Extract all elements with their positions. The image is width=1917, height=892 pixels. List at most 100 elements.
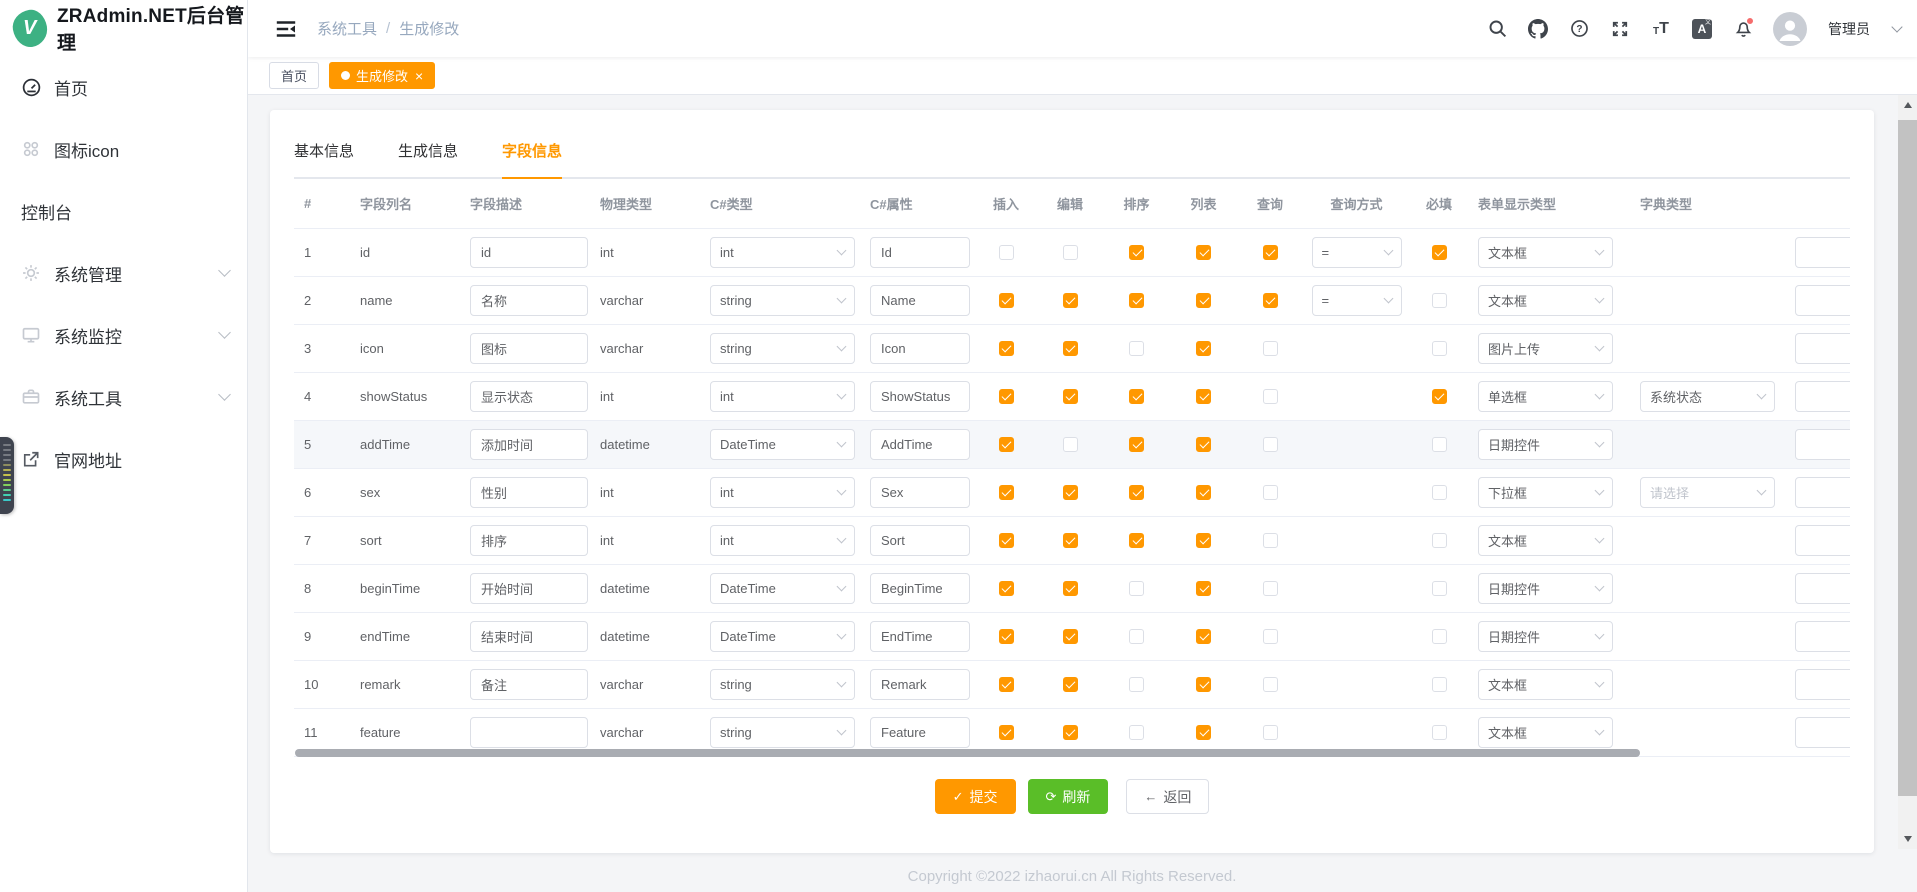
list-checkbox-checked[interactable]: [1196, 245, 1211, 260]
csharp-property-input[interactable]: AddTime: [870, 429, 970, 460]
list-checkbox-checked[interactable]: [1196, 581, 1211, 596]
query-mode-select[interactable]: =: [1312, 285, 1402, 316]
required-checkbox-unchecked[interactable]: [1432, 485, 1447, 500]
query-checkbox-unchecked[interactable]: [1263, 677, 1278, 692]
insert-checkbox-checked[interactable]: [999, 389, 1014, 404]
edit-checkbox-checked[interactable]: [1063, 629, 1078, 644]
breadcrumb-item[interactable]: 生成修改: [399, 18, 459, 39]
extra-input[interactable]: [1795, 573, 1850, 604]
tab-字段信息[interactable]: 字段信息: [502, 140, 562, 179]
edit-checkbox-checked[interactable]: [1063, 341, 1078, 356]
query-checkbox-unchecked[interactable]: [1263, 437, 1278, 452]
sidebar-item-系统监控[interactable]: 系统监控: [0, 304, 247, 366]
list-checkbox-checked[interactable]: [1196, 629, 1211, 644]
font-size-icon[interactable]: TT: [1650, 18, 1672, 40]
list-checkbox-checked[interactable]: [1196, 341, 1211, 356]
extra-input[interactable]: [1795, 717, 1850, 748]
extra-input[interactable]: [1795, 429, 1850, 460]
description-input[interactable]: 性别: [470, 477, 588, 508]
sort-checkbox-checked[interactable]: [1129, 293, 1144, 308]
list-checkbox-checked[interactable]: [1196, 677, 1211, 692]
description-input[interactable]: 显示状态: [470, 381, 588, 412]
sort-checkbox-unchecked[interactable]: [1129, 341, 1144, 356]
description-input[interactable]: 图标: [470, 333, 588, 364]
user-menu-chevron-icon[interactable]: [1891, 21, 1902, 32]
extra-input[interactable]: [1795, 285, 1850, 316]
list-checkbox-checked[interactable]: [1196, 485, 1211, 500]
insert-checkbox-checked[interactable]: [999, 725, 1014, 740]
help-icon[interactable]: ?: [1568, 18, 1590, 40]
insert-checkbox-checked[interactable]: [999, 677, 1014, 692]
sidebar-item-系统工具[interactable]: 系统工具: [0, 366, 247, 428]
sidebar-item-系统管理[interactable]: 系统管理: [0, 242, 247, 304]
csharp-type-select[interactable]: string: [710, 285, 855, 316]
csharp-type-select[interactable]: string: [710, 333, 855, 364]
edit-checkbox-checked[interactable]: [1063, 581, 1078, 596]
tag-close-icon[interactable]: ×: [415, 69, 423, 83]
sidebar-item-官网地址[interactable]: 官网地址: [0, 428, 247, 490]
display-type-select[interactable]: 单选框: [1478, 381, 1613, 412]
extra-input[interactable]: [1795, 333, 1850, 364]
required-checkbox-checked[interactable]: [1432, 389, 1447, 404]
display-type-select[interactable]: 文本框: [1478, 285, 1613, 316]
sort-checkbox-unchecked[interactable]: [1129, 581, 1144, 596]
description-input[interactable]: [470, 717, 588, 748]
description-input[interactable]: 添加时间: [470, 429, 588, 460]
required-checkbox-unchecked[interactable]: [1432, 293, 1447, 308]
list-checkbox-checked[interactable]: [1196, 389, 1211, 404]
tag-首页[interactable]: 首页: [269, 62, 319, 89]
insert-checkbox-checked[interactable]: [999, 485, 1014, 500]
edit-checkbox-unchecked[interactable]: [1063, 437, 1078, 452]
query-checkbox-unchecked[interactable]: [1263, 725, 1278, 740]
csharp-type-select[interactable]: int: [710, 237, 855, 268]
list-checkbox-checked[interactable]: [1196, 437, 1211, 452]
display-type-select[interactable]: 文本框: [1478, 717, 1613, 748]
list-checkbox-checked[interactable]: [1196, 293, 1211, 308]
description-input[interactable]: 排序: [470, 525, 588, 556]
sidebar-item-首页[interactable]: 首页: [0, 56, 247, 118]
csharp-property-input[interactable]: Name: [870, 285, 970, 316]
required-checkbox-unchecked[interactable]: [1432, 725, 1447, 740]
edit-checkbox-checked[interactable]: [1063, 293, 1078, 308]
sort-checkbox-checked[interactable]: [1129, 533, 1144, 548]
query-checkbox-unchecked[interactable]: [1263, 581, 1278, 596]
csharp-type-select[interactable]: int: [710, 525, 855, 556]
list-checkbox-checked[interactable]: [1196, 725, 1211, 740]
description-input[interactable]: 名称: [470, 285, 588, 316]
insert-checkbox-checked[interactable]: [999, 341, 1014, 356]
query-checkbox-unchecked[interactable]: [1263, 341, 1278, 356]
required-checkbox-checked[interactable]: [1432, 245, 1447, 260]
insert-checkbox-checked[interactable]: [999, 533, 1014, 548]
scroll-up-arrow[interactable]: [1898, 97, 1917, 113]
app-logo[interactable]: V ZRAdmin.NET后台管理: [0, 0, 247, 56]
query-checkbox-unchecked[interactable]: [1263, 485, 1278, 500]
csharp-property-input[interactable]: Sort: [870, 525, 970, 556]
csharp-type-select[interactable]: int: [710, 477, 855, 508]
extra-input[interactable]: [1795, 525, 1850, 556]
tab-基本信息[interactable]: 基本信息: [294, 140, 354, 179]
description-input[interactable]: 备注: [470, 669, 588, 700]
description-input[interactable]: 开始时间: [470, 573, 588, 604]
edit-checkbox-checked[interactable]: [1063, 533, 1078, 548]
csharp-property-input[interactable]: Remark: [870, 669, 970, 700]
csharp-type-select[interactable]: DateTime: [710, 621, 855, 652]
extra-input[interactable]: [1795, 621, 1850, 652]
display-type-select[interactable]: 下拉框: [1478, 477, 1613, 508]
insert-checkbox-checked[interactable]: [999, 629, 1014, 644]
search-icon[interactable]: [1486, 18, 1508, 40]
insert-checkbox-checked[interactable]: [999, 437, 1014, 452]
sidebar-item-控制台[interactable]: 控制台: [0, 180, 247, 242]
query-checkbox-unchecked[interactable]: [1263, 629, 1278, 644]
description-input[interactable]: 结束时间: [470, 621, 588, 652]
user-name[interactable]: 管理员: [1828, 19, 1870, 39]
tab-生成信息[interactable]: 生成信息: [398, 140, 458, 179]
csharp-type-select[interactable]: DateTime: [710, 429, 855, 460]
csharp-property-input[interactable]: Sex: [870, 477, 970, 508]
required-checkbox-unchecked[interactable]: [1432, 677, 1447, 692]
display-type-select[interactable]: 文本框: [1478, 237, 1613, 268]
csharp-type-select[interactable]: string: [710, 717, 855, 748]
csharp-property-input[interactable]: ShowStatus: [870, 381, 970, 412]
sort-checkbox-checked[interactable]: [1129, 389, 1144, 404]
sort-checkbox-unchecked[interactable]: [1129, 677, 1144, 692]
display-type-select[interactable]: 文本框: [1478, 669, 1613, 700]
